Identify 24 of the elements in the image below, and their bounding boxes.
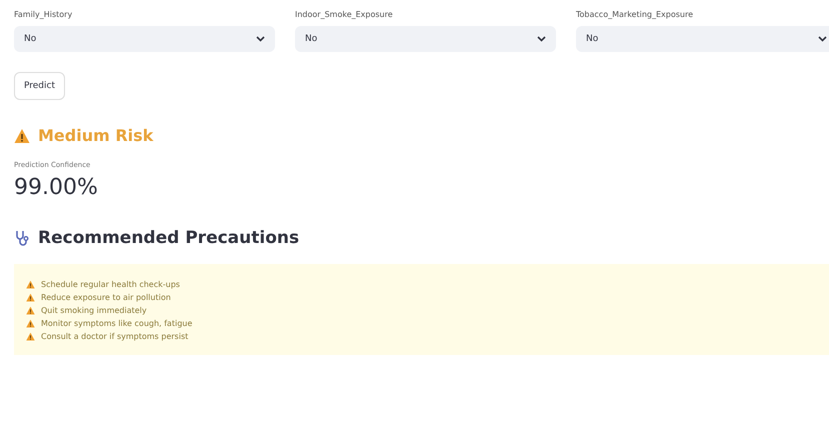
dropdown-select[interactable]: No bbox=[576, 26, 829, 52]
warning-icon bbox=[14, 128, 30, 144]
select-label: Family_History bbox=[14, 10, 74, 19]
select-label: Tobacco_Marketing_Exposure bbox=[576, 10, 694, 19]
warning-icon bbox=[26, 332, 35, 341]
precaution-text: Quit smoking immediately bbox=[41, 306, 147, 315]
section-heading: Recommended Precautions bbox=[38, 228, 300, 248]
dropdown-select[interactable]: No bbox=[14, 26, 275, 52]
precaution-text: Consult a doctor if symptoms persist bbox=[41, 332, 188, 341]
predict-button[interactable]: Predict bbox=[14, 72, 65, 100]
metric-value: 99.00% bbox=[14, 175, 99, 200]
dropdown-select[interactable]: No bbox=[295, 26, 556, 52]
precaution-text: Reduce exposure to air pollution bbox=[41, 293, 171, 302]
warning-icon bbox=[26, 306, 35, 315]
warning-icon bbox=[26, 293, 35, 302]
risk-heading: Medium Risk bbox=[38, 126, 154, 145]
chevron-down-icon bbox=[818, 36, 827, 42]
precaution-text: Schedule regular health check-ups bbox=[41, 280, 180, 289]
chevron-down-icon bbox=[537, 36, 546, 42]
chevron-down-icon bbox=[256, 36, 265, 42]
warning-icon bbox=[26, 280, 35, 289]
precaution-text: Monitor symptoms like cough, fatigue bbox=[41, 319, 192, 328]
select-label: Indoor_Smoke_Exposure bbox=[295, 10, 394, 19]
warning-icon bbox=[26, 319, 35, 328]
